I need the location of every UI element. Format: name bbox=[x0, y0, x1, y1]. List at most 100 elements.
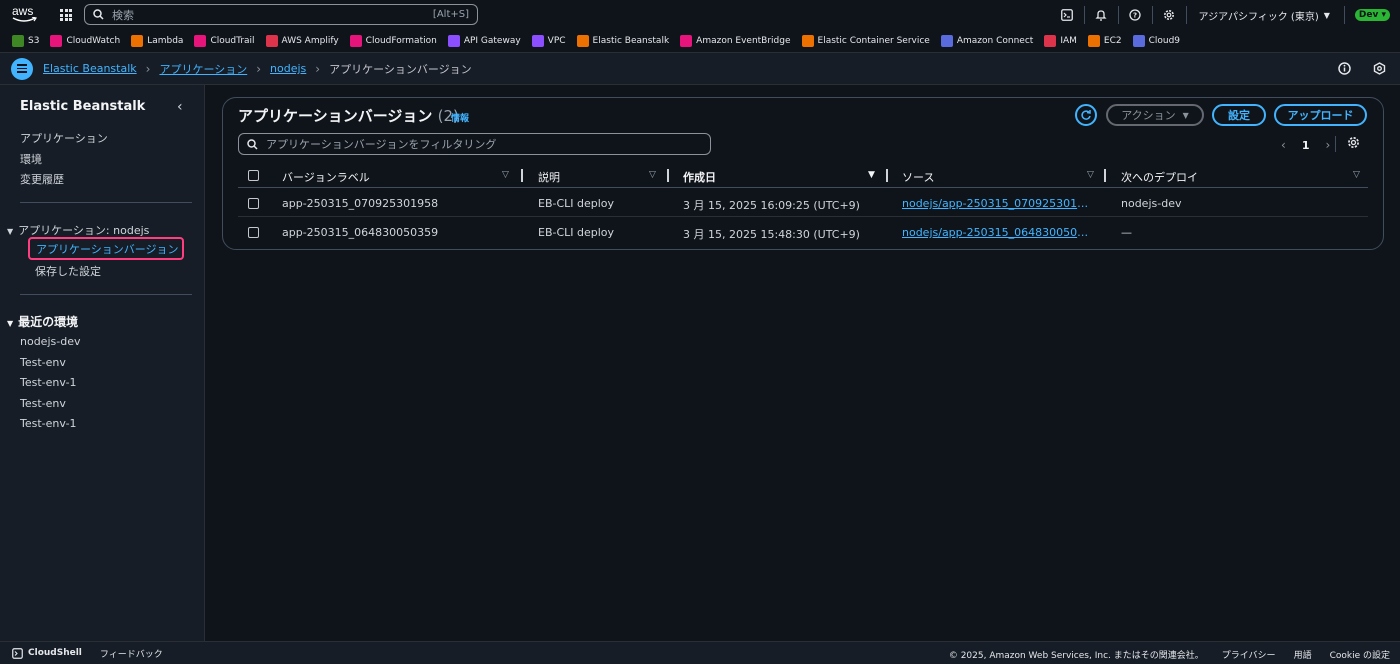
column-header-description[interactable]: 説明 bbox=[538, 169, 560, 185]
column-resizer[interactable] bbox=[521, 169, 523, 182]
service-icon bbox=[680, 35, 693, 47]
breadcrumb-link[interactable]: アプリケーション bbox=[159, 61, 247, 77]
close-sidebar-icon[interactable]: ‹ bbox=[177, 99, 183, 115]
menu-button[interactable] bbox=[11, 57, 33, 80]
favorite-cloudtrail[interactable]: CloudTrail bbox=[194, 35, 255, 47]
feedback-link[interactable]: フィードバック bbox=[100, 647, 163, 660]
column-header-deployed-to[interactable]: 次へのデプロイ bbox=[1121, 169, 1198, 185]
sidebar-item-app-versions[interactable]: アプリケーションバージョン bbox=[28, 237, 184, 260]
favorite-label: EC2 bbox=[1103, 36, 1122, 46]
sidebar-item-change-history[interactable]: 変更履歴 bbox=[20, 171, 64, 187]
page-title: アプリケーションバージョン (2) bbox=[238, 105, 459, 126]
table-row[interactable]: app-250315_070925301958 EB-CLI deploy 3 … bbox=[238, 189, 1368, 217]
sidebar-item-environments[interactable]: 環境 bbox=[20, 151, 42, 167]
settings-button[interactable]: 設定 bbox=[1212, 104, 1266, 126]
account-badge[interactable]: Dev ▾ bbox=[1354, 9, 1390, 21]
privacy-link[interactable]: プライバシー bbox=[1222, 648, 1276, 661]
cloudshell-button[interactable] bbox=[1051, 6, 1085, 24]
table-row[interactable]: app-250315_064830050359 EB-CLI deploy 3 … bbox=[238, 218, 1368, 246]
filter-input[interactable]: アプリケーションバージョンをフィルタリング bbox=[238, 133, 711, 155]
refresh-button[interactable] bbox=[1075, 104, 1097, 126]
breadcrumb-link[interactable]: nodejs bbox=[270, 62, 306, 75]
favorite-elastic-beanstalk[interactable]: Elastic Beanstalk bbox=[576, 35, 669, 47]
service-icon bbox=[194, 35, 207, 47]
favorite-label: Amazon EventBridge bbox=[696, 36, 791, 46]
favorite-label: CloudFormation bbox=[365, 36, 437, 46]
sort-down-icon[interactable]: ▽ bbox=[502, 170, 509, 180]
column-header-created[interactable]: 作成日 bbox=[683, 169, 716, 185]
recent-env-item[interactable]: Test-env-1 bbox=[20, 376, 77, 389]
table-preferences-button[interactable] bbox=[1347, 136, 1360, 152]
select-all-checkbox[interactable] bbox=[248, 170, 259, 181]
actions-button[interactable]: アクション ▼ bbox=[1106, 104, 1204, 126]
favorite-lambda[interactable]: Lambda bbox=[131, 35, 183, 47]
breadcrumb: Elastic Beanstalk › アプリケーション › nodejs › … bbox=[43, 61, 472, 77]
recent-env-item[interactable]: nodejs-dev bbox=[20, 335, 80, 348]
cookie-settings-link[interactable]: Cookie の設定 bbox=[1330, 648, 1390, 661]
service-icon bbox=[576, 35, 589, 47]
terms-link[interactable]: 用語 bbox=[1294, 648, 1312, 661]
settings-button[interactable] bbox=[1153, 6, 1187, 24]
region-selector[interactable]: アジアパシフィック (東京) ▼ bbox=[1187, 6, 1345, 24]
favorite-aws-amplify[interactable]: AWS Amplify bbox=[265, 35, 339, 47]
app-section-toggle[interactable]: ▼ アプリケーション: nodejs bbox=[7, 222, 149, 238]
column-resizer[interactable] bbox=[886, 169, 888, 182]
chevron-left-icon[interactable]: ‹ bbox=[1281, 138, 1286, 152]
search-input[interactable]: 検索 [Alt+S] bbox=[84, 4, 478, 25]
breadcrumb-link[interactable]: Elastic Beanstalk bbox=[43, 62, 137, 75]
favorite-cloud9[interactable]: Cloud9 bbox=[1132, 35, 1180, 47]
chevron-right-icon[interactable]: › bbox=[1325, 138, 1330, 152]
info-link[interactable]: 情報 bbox=[451, 111, 469, 124]
service-icon bbox=[940, 35, 953, 47]
favorite-label: IAM bbox=[1060, 36, 1077, 46]
service-icon bbox=[1087, 35, 1100, 47]
actions-label: アクション bbox=[1121, 109, 1176, 122]
favorites-bar: S3 CloudWatch Lambda CloudTrail AWS Amplify C… bbox=[0, 30, 1400, 53]
sidebar-item-applications[interactable]: アプリケーション bbox=[20, 130, 108, 146]
favorite-api-gateway[interactable]: API Gateway bbox=[447, 35, 521, 47]
sidebar-title[interactable]: Elastic Beanstalk bbox=[20, 99, 145, 114]
info-icon[interactable] bbox=[1338, 62, 1351, 75]
row-checkbox[interactable] bbox=[248, 198, 259, 209]
favorite-s3[interactable]: S3 bbox=[12, 35, 39, 47]
favorite-iam[interactable]: IAM bbox=[1044, 35, 1077, 47]
favorite-label: AWS Amplify bbox=[281, 36, 339, 46]
recent-env-item[interactable]: Test-env-1 bbox=[20, 417, 77, 430]
upload-button[interactable]: アップロード bbox=[1274, 104, 1367, 126]
source-link[interactable]: nodejs/app-250315_064830050359.zip bbox=[902, 226, 1095, 239]
favorite-cloudformation[interactable]: CloudFormation bbox=[349, 35, 437, 47]
description-cell: EB-CLI deploy bbox=[538, 226, 615, 239]
column-header-version-label[interactable]: バージョンラベル bbox=[282, 169, 370, 185]
services-grid-icon[interactable] bbox=[60, 9, 72, 21]
sort-down-icon[interactable]: ▽ bbox=[1353, 170, 1360, 180]
help-button[interactable]: ? bbox=[1119, 6, 1153, 24]
cloudshell-button[interactable]: CloudShell bbox=[12, 647, 82, 659]
row-checkbox[interactable] bbox=[248, 227, 259, 238]
source-link[interactable]: nodejs/app-250315_070925301958.zip bbox=[902, 197, 1095, 210]
sort-desc-icon[interactable]: ▼ bbox=[868, 170, 875, 180]
aws-logo[interactable]: aws bbox=[12, 4, 38, 26]
created-cell: 3 月 15, 2025 15:48:30 (UTC+9) bbox=[683, 228, 860, 241]
display-settings-icon[interactable] bbox=[1373, 62, 1386, 75]
column-resizer[interactable] bbox=[667, 169, 669, 182]
favorite-cloudwatch[interactable]: CloudWatch bbox=[50, 35, 120, 47]
sort-down-icon[interactable]: ▽ bbox=[1087, 170, 1094, 180]
page-number[interactable]: 1 bbox=[1302, 139, 1310, 152]
recent-section-toggle[interactable]: ▼ 最近の環境 bbox=[7, 313, 78, 330]
favorite-amazon-eventbridge[interactable]: Amazon EventBridge bbox=[680, 35, 791, 47]
chevron-right-icon: › bbox=[145, 61, 151, 76]
sidebar-item-saved-configs[interactable]: 保存した設定 bbox=[35, 263, 101, 279]
favorite-vpc[interactable]: VPC bbox=[531, 35, 566, 47]
gear-icon bbox=[1164, 10, 1175, 20]
recent-env-item[interactable]: Test-env bbox=[20, 356, 66, 369]
notifications-button[interactable] bbox=[1085, 6, 1119, 24]
favorite-elastic-container-service[interactable]: Elastic Container Service bbox=[801, 35, 930, 47]
service-icon bbox=[349, 35, 362, 47]
column-resizer[interactable] bbox=[1104, 169, 1106, 182]
column-header-source[interactable]: ソース bbox=[902, 169, 934, 185]
favorite-ec2[interactable]: EC2 bbox=[1087, 35, 1122, 47]
favorite-amazon-connect[interactable]: Amazon Connect bbox=[940, 35, 1033, 47]
refresh-icon bbox=[1081, 110, 1091, 120]
sort-down-icon[interactable]: ▽ bbox=[649, 170, 656, 180]
recent-env-item[interactable]: Test-env bbox=[20, 397, 66, 410]
